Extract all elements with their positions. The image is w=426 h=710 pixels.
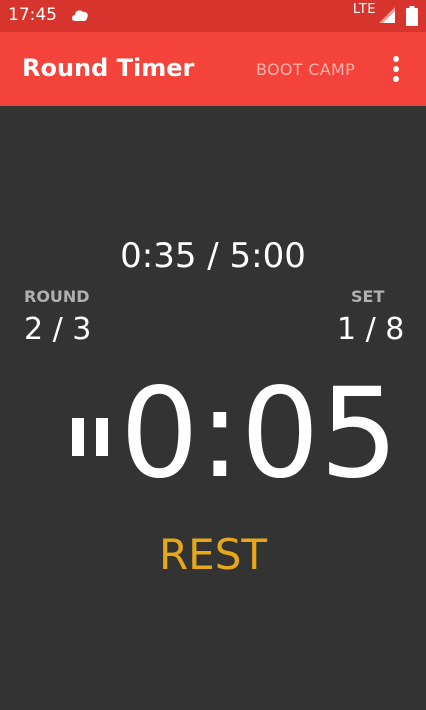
cloud-icon [72, 10, 88, 21]
network-type: LTE [352, 2, 376, 17]
countdown-display[interactable]: 0:05 [120, 372, 398, 496]
elapsed-time: 0:35 / 5:00 [120, 236, 306, 276]
status-bar: 17:45 LTE [0, 0, 426, 32]
battery-icon [406, 6, 418, 26]
set-label: SET [351, 287, 385, 306]
status-time: 17:45 [8, 5, 57, 25]
app-title: Round Timer [22, 54, 195, 82]
overflow-menu-icon[interactable] [388, 56, 404, 82]
round-value: 2 / 3 [24, 312, 92, 347]
program-selector[interactable]: BOOT CAMP [256, 60, 355, 79]
app-bar: Round Timer BOOT CAMP [0, 32, 426, 106]
signal-icon [379, 7, 395, 23]
phase-label: REST [158, 530, 268, 579]
round-label: ROUND [24, 287, 90, 306]
pause-icon[interactable] [72, 418, 108, 456]
set-value: 1 / 8 [337, 312, 405, 347]
